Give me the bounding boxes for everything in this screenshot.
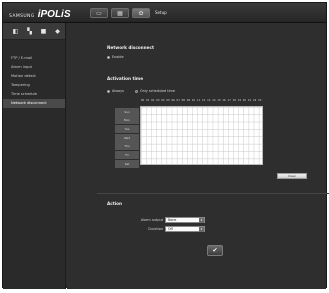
sidebar-item-motion-detect[interactable]: Motion detect	[3, 72, 65, 81]
radio-scheduled-label: Only scheduled time	[140, 89, 175, 93]
sidebar-item-alarm-input[interactable]: Alarm input	[3, 63, 65, 72]
alarm-output-select[interactable]: None ▾	[165, 217, 205, 223]
app-window: SAMSUNG iPOLiS ▭ ▦ ✿ Setup ◧ ▚ ■ ◆ FTP /…	[2, 2, 329, 289]
enable-checkbox[interactable]: Enable	[107, 55, 124, 59]
day-label[interactable]: Thu	[115, 142, 139, 151]
top-bar: SAMSUNG iPOLiS ▭ ▦ ✿ Setup	[3, 3, 326, 23]
sidebar-item-time-schedule[interactable]: Time schedule	[3, 90, 65, 99]
alarm-output-label: Alarm output	[140, 218, 163, 222]
product-name: iPOLiS	[37, 9, 71, 20]
radio-always-label: Always	[112, 89, 124, 93]
sidebar-item-ftp-email[interactable]: FTP / E-mail	[3, 54, 65, 63]
day-label[interactable]: Wed	[115, 133, 139, 142]
logo: SAMSUNG iPOLiS	[9, 9, 71, 20]
page-frame: SAMSUNG iPOLiS ▭ ▦ ✿ Setup ◧ ▚ ■ ◆ FTP /…	[0, 0, 329, 293]
radio-scheduled[interactable]: Only scheduled time	[135, 89, 175, 93]
monitor-button[interactable]: ▭	[90, 8, 108, 18]
day-label[interactable]: Sun	[115, 107, 139, 116]
day-label[interactable]: Fri	[115, 150, 139, 160]
sidebar-item-tampering[interactable]: Tampering	[3, 81, 65, 90]
setup-label: Setup	[155, 10, 167, 15]
gear-icon: ✿	[138, 9, 144, 17]
checkbox-indicator	[107, 55, 110, 59]
main-panel: Network disconnect Enable Activation tim…	[67, 23, 329, 289]
check-icon: ✔	[212, 247, 218, 254]
day-label[interactable]: Sat	[115, 159, 139, 168]
sidebar-icon-tabs: ◧ ▚ ■ ◆	[3, 23, 65, 40]
playback-button[interactable]: ▦	[111, 8, 129, 18]
hour-label: 23	[258, 99, 262, 102]
clear-button[interactable]: Clear	[277, 173, 307, 179]
duration-value: Off	[168, 227, 173, 231]
day-label[interactable]: Tue	[115, 124, 139, 134]
top-nav: ▭ ▦ ✿	[90, 8, 150, 18]
day-labels: Sun Mon Tue Wed Thu Fri Sat	[115, 105, 139, 168]
system-icon[interactable]: ◆	[53, 28, 62, 36]
monitor-icon: ▭	[96, 9, 102, 17]
radio-indicator	[135, 89, 138, 93]
sidebar-item-network-disconnect[interactable]: Network disconnect	[3, 99, 65, 108]
duration-label: Duration	[148, 227, 163, 231]
chevron-down-icon: ▾	[199, 227, 204, 232]
duration-select[interactable]: Off ▾	[165, 226, 205, 232]
schedule-grid[interactable]	[140, 106, 263, 165]
setup-button[interactable]: ✿	[132, 8, 150, 18]
radio-indicator	[107, 89, 110, 93]
network-icon[interactable]: ▚	[25, 28, 34, 36]
alarm-output-value: None	[168, 218, 177, 222]
brand-text: SAMSUNG	[9, 14, 35, 19]
day-label[interactable]: Mon	[115, 116, 139, 125]
chevron-down-icon: ▾	[199, 218, 204, 223]
radio-always[interactable]: Always	[107, 89, 124, 93]
playback-icon: ▦	[117, 9, 123, 17]
divider	[97, 193, 329, 194]
video-audio-icon[interactable]: ◧	[11, 28, 20, 36]
event-icon[interactable]: ■	[39, 28, 48, 36]
sidebar: ◧ ▚ ■ ◆ FTP / E-mail Alarm input Motion …	[3, 23, 66, 289]
action-title: Action	[107, 201, 123, 206]
apply-button[interactable]: ✔	[207, 245, 223, 256]
activation-title: Activation time	[107, 76, 144, 81]
sidebar-menu: FTP / E-mail Alarm input Motion detect T…	[3, 54, 65, 108]
enable-label: Enable	[112, 55, 124, 59]
section-title: Network disconnect	[107, 45, 154, 50]
hour-header: 00 01 02 03 04 05 06 07 08 09 10 11 12 13 14 15 16 17 18 19…	[140, 99, 262, 102]
